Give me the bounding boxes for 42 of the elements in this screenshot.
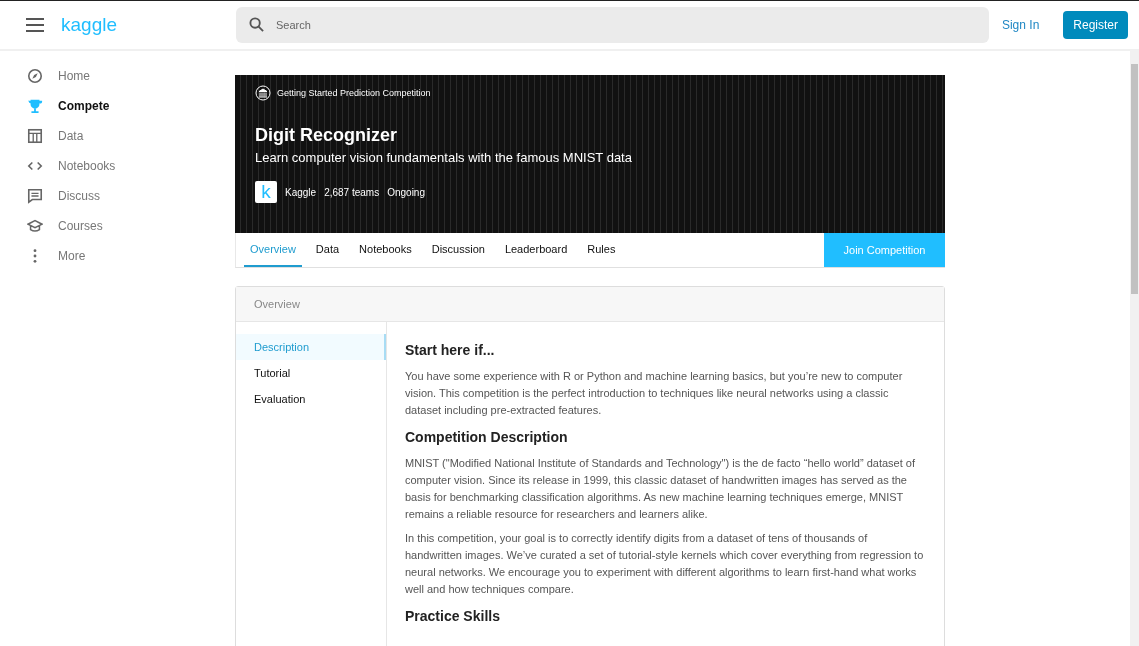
host-name: Kaggle <box>285 186 317 198</box>
paragraph: MNIST ("Modified National Institute of Standards and Technology") is the de facto “hello world” dataset of computer vision. Since its release in 1999, this classic dataset of handwritten images has served as the basis for benchmarking classification algorithms. As new machine learning techniques emerge, MNIST remains a reliable resource for researchers and learners alike. <box>405 456 916 522</box>
sign-in-link[interactable]: Sign In <box>995 17 1046 33</box>
tab[interactable]: Overview <box>244 233 302 267</box>
section-link[interactable]: Description <box>236 334 386 360</box>
section-link[interactable]: Evaluation <box>236 386 386 412</box>
bank-icon <box>255 85 271 101</box>
speech-bubble-icon <box>27 188 43 204</box>
trophy-icon <box>27 98 43 114</box>
sidebar-item[interactable]: Notebooks <box>0 151 235 181</box>
competition-title: Digit Recognizer <box>255 125 398 146</box>
competition-category: Getting Started Prediction Competition <box>277 88 431 98</box>
section-heading: Practice Skills <box>405 608 501 624</box>
section-heading: Competition Description <box>405 429 569 445</box>
paragraph: In this competition, your goal is to correctly identify digits from a dataset of tens of thousands of handwritten images. We’ve curated a set of tutorial-style kernels which cover everything from regression to neural networks. We encourage you to experiment with different algorithms to learn first-hand what works well and how techniques compare. <box>405 531 925 597</box>
host-logo: k <box>255 181 277 203</box>
section-heading: Start here if... <box>405 342 496 358</box>
tab[interactable]: Discussion <box>425 233 491 267</box>
search-icon <box>249 17 264 32</box>
section-link[interactable]: Tutorial <box>236 360 386 386</box>
compass-icon <box>27 68 43 84</box>
paragraph: You have some experience with R or Python and machine learning basics, but you’re new to computer vision. This competition is the perfect introduction to techniques like neural networks using a classic dataset including pre-extracted features. <box>405 369 904 418</box>
menu-icon[interactable] <box>26 18 44 32</box>
card-title: Overview <box>236 287 944 322</box>
sidebar-item[interactable]: Courses <box>0 211 235 241</box>
sidebar-item[interactable]: Data <box>0 121 235 151</box>
competition-status: Ongoing <box>387 186 425 198</box>
tab[interactable]: Rules <box>581 233 622 267</box>
sidebar-item[interactable]: Discuss <box>0 181 235 211</box>
table-icon <box>27 128 43 144</box>
graduation-cap-icon <box>27 218 43 234</box>
sidebar-item[interactable]: Compete <box>0 91 235 121</box>
register-button[interactable]: Register <box>1063 11 1128 39</box>
scrollbar[interactable] <box>1130 50 1139 646</box>
tab[interactable]: Data <box>309 233 346 267</box>
tab[interactable]: Leaderboard <box>498 233 574 267</box>
competition-subtitle: Learn computer vision fundamentals with the famous MNIST data <box>255 150 633 165</box>
team-count: 2,687 teams <box>324 186 380 198</box>
sidebar-item[interactable]: Home <box>0 61 235 91</box>
sidebar-item[interactable]: More <box>0 241 235 271</box>
tab[interactable]: Notebooks <box>353 233 418 267</box>
search-field[interactable]: Search <box>236 7 989 43</box>
